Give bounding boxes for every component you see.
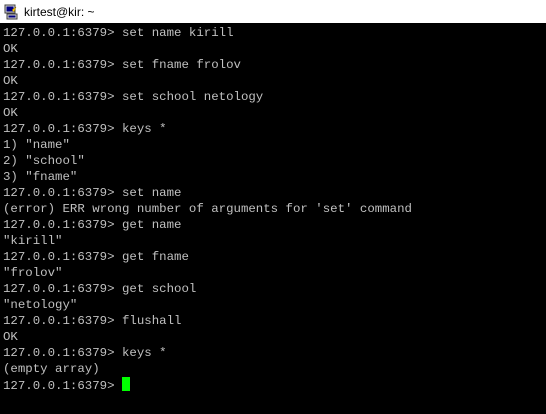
terminal-line: 127.0.0.1:6379> keys * bbox=[3, 346, 167, 360]
terminal-line: 2) "school" bbox=[3, 154, 85, 168]
terminal-line: 127.0.0.1:6379> set name kirill bbox=[3, 26, 234, 40]
terminal-line: OK bbox=[3, 106, 18, 120]
terminal-line: 127.0.0.1:6379> set fname frolov bbox=[3, 58, 241, 72]
terminal-line: 127.0.0.1:6379> get fname bbox=[3, 250, 189, 264]
terminal-line: OK bbox=[3, 42, 18, 56]
terminal-line: 3) "fname" bbox=[3, 170, 78, 184]
terminal-prompt-line[interactable]: 127.0.0.1:6379> bbox=[3, 377, 546, 393]
window-title: kirtest@kir: ~ bbox=[24, 4, 95, 19]
terminal-output[interactable]: 127.0.0.1:6379> set name kirill OK 127.0… bbox=[0, 23, 546, 414]
terminal-line: 127.0.0.1:6379> set name bbox=[3, 186, 182, 200]
terminal-line: OK bbox=[3, 74, 18, 88]
terminal-line: 127.0.0.1:6379> set school netology bbox=[3, 90, 264, 104]
terminal-cursor bbox=[121, 377, 130, 391]
terminal-line: "kirill" bbox=[3, 234, 63, 248]
terminal-line: "frolov" bbox=[3, 266, 63, 280]
terminal-line: (error) ERR wrong number of arguments fo… bbox=[3, 202, 412, 216]
terminal-line: 127.0.0.1:6379> flushall bbox=[3, 314, 182, 328]
terminal-line: 127.0.0.1:6379> keys * bbox=[3, 122, 167, 136]
terminal-line: "netology" bbox=[3, 298, 78, 312]
title-bar[interactable]: kirtest@kir: ~ bbox=[0, 0, 546, 23]
putty-terminal-icon[interactable] bbox=[3, 4, 19, 20]
terminal-line: (empty array) bbox=[3, 362, 100, 376]
terminal-window: kirtest@kir: ~ 127.0.0.1:6379> set name … bbox=[0, 0, 546, 414]
terminal-prompt: 127.0.0.1:6379> bbox=[3, 379, 122, 393]
terminal-line: 127.0.0.1:6379> get school bbox=[3, 282, 197, 296]
terminal-line: OK bbox=[3, 330, 18, 344]
terminal-line: 1) "name" bbox=[3, 138, 70, 152]
terminal-line: 127.0.0.1:6379> get name bbox=[3, 218, 182, 232]
